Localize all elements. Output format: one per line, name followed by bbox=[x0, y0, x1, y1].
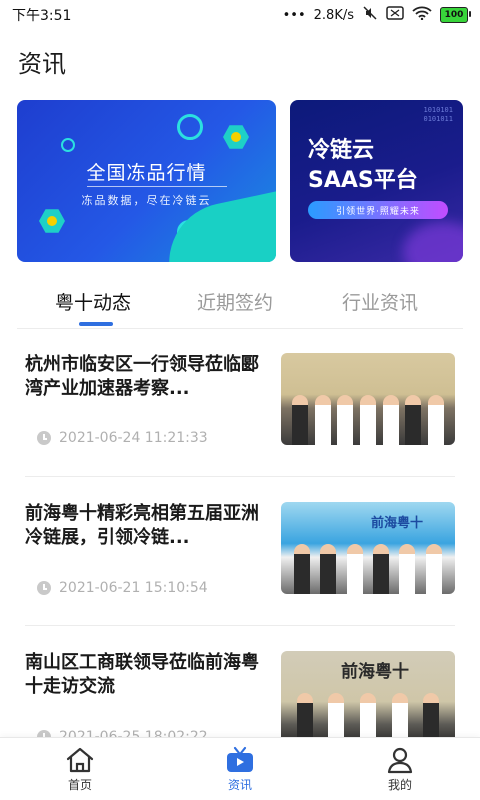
clock-icon bbox=[37, 431, 51, 445]
news-thumbnail: 前海粤十 bbox=[281, 651, 455, 743]
news-time: 2021-06-21 15:10:54 bbox=[37, 580, 208, 596]
news-thumbnail: 前海粤十 bbox=[281, 502, 455, 594]
tab-industry-news[interactable]: 行业资讯 bbox=[342, 288, 418, 315]
mute-icon bbox=[362, 5, 378, 25]
banner-saas-platform[interactable]: 1010101 0101011 冷链云 SAAS平台 引领世界·照耀未来 bbox=[290, 100, 463, 262]
user-icon bbox=[387, 747, 413, 773]
divider bbox=[25, 625, 455, 626]
tab-indicator bbox=[79, 322, 113, 326]
home-icon bbox=[66, 747, 94, 772]
banner-frozen-market[interactable]: 全国冻品行情 冻品数据，尽在冷链云 bbox=[17, 100, 276, 262]
news-title: 前海粤十精彩亮相第五届亚洲冷链展，引领冷链... bbox=[25, 503, 259, 548]
news-item[interactable]: 前海粤十精彩亮相第五届亚洲冷链展，引领冷链... 2021-06-21 15:1… bbox=[25, 502, 455, 622]
banner-title: 全国冻品行情 bbox=[86, 162, 207, 184]
status-time: 下午3:51 bbox=[12, 8, 72, 24]
network-speed: 2.8K/s bbox=[313, 7, 354, 23]
news-time: 2021-06-24 11:21:33 bbox=[37, 430, 208, 446]
news-time-text: 2021-06-24 11:21:33 bbox=[59, 430, 208, 446]
nav-label: 我的 bbox=[387, 777, 412, 792]
tab-yueshi-news[interactable]: 粤十动态 bbox=[55, 288, 131, 315]
more-dots-icon: ••• bbox=[282, 7, 306, 23]
sim-icon bbox=[386, 6, 404, 24]
nav-home[interactable]: 首页 bbox=[40, 738, 120, 800]
page-title: 资讯 bbox=[18, 50, 66, 78]
news-title: 南山区工商联领导莅临前海粤十走访交流 bbox=[25, 652, 259, 697]
news-thumbnail bbox=[281, 353, 455, 445]
banner-subtitle: 冻品数据，尽在冷链云 bbox=[81, 194, 212, 207]
ring-decoration bbox=[61, 138, 75, 152]
status-icons: ••• 2.8K/s 100 bbox=[282, 5, 471, 25]
glow-decoration bbox=[403, 222, 463, 262]
thumbnail-logo-text: 前海粤十 bbox=[371, 516, 424, 531]
hexagon-decoration bbox=[39, 209, 65, 233]
nav-profile[interactable]: 我的 bbox=[360, 738, 440, 800]
banner-title-line2: SAAS平台 bbox=[308, 168, 418, 193]
binary-decoration: 1010101 0101011 bbox=[423, 106, 453, 123]
thumbnail-logo-text: 前海粤十 bbox=[341, 662, 409, 682]
status-bar: 下午3:51 ••• 2.8K/s 100 bbox=[0, 0, 480, 30]
bottom-nav: 首页 资讯 我的 bbox=[0, 737, 480, 800]
wifi-icon bbox=[412, 6, 432, 24]
nav-label: 资讯 bbox=[227, 777, 252, 792]
nav-label: 首页 bbox=[67, 777, 92, 792]
people-figures bbox=[289, 395, 447, 445]
divider bbox=[25, 476, 455, 477]
tab-recent-signings[interactable]: 近期签约 bbox=[197, 288, 273, 315]
people-figures bbox=[289, 544, 447, 594]
news-title: 杭州市临安区一行领导莅临郾湾产业加速器考察... bbox=[25, 354, 259, 399]
nav-news[interactable]: 资讯 bbox=[200, 738, 280, 800]
banner-divider bbox=[87, 186, 227, 187]
hexagon-decoration bbox=[223, 125, 249, 149]
news-item[interactable]: 杭州市临安区一行领导莅临郾湾产业加速器考察... 2021-06-24 11:2… bbox=[25, 353, 455, 473]
ring-decoration bbox=[177, 114, 203, 140]
clock-icon bbox=[37, 581, 51, 595]
banner-title-line1: 冷链云 bbox=[308, 138, 375, 163]
battery-icon: 100 bbox=[440, 7, 471, 23]
news-time-text: 2021-06-21 15:10:54 bbox=[59, 580, 208, 596]
tv-icon bbox=[227, 746, 253, 772]
news-tabs: 粤十动态 近期签约 行业资讯 bbox=[17, 280, 463, 329]
banner-slogan-pill: 引领世界·照耀未来 bbox=[308, 201, 448, 219]
